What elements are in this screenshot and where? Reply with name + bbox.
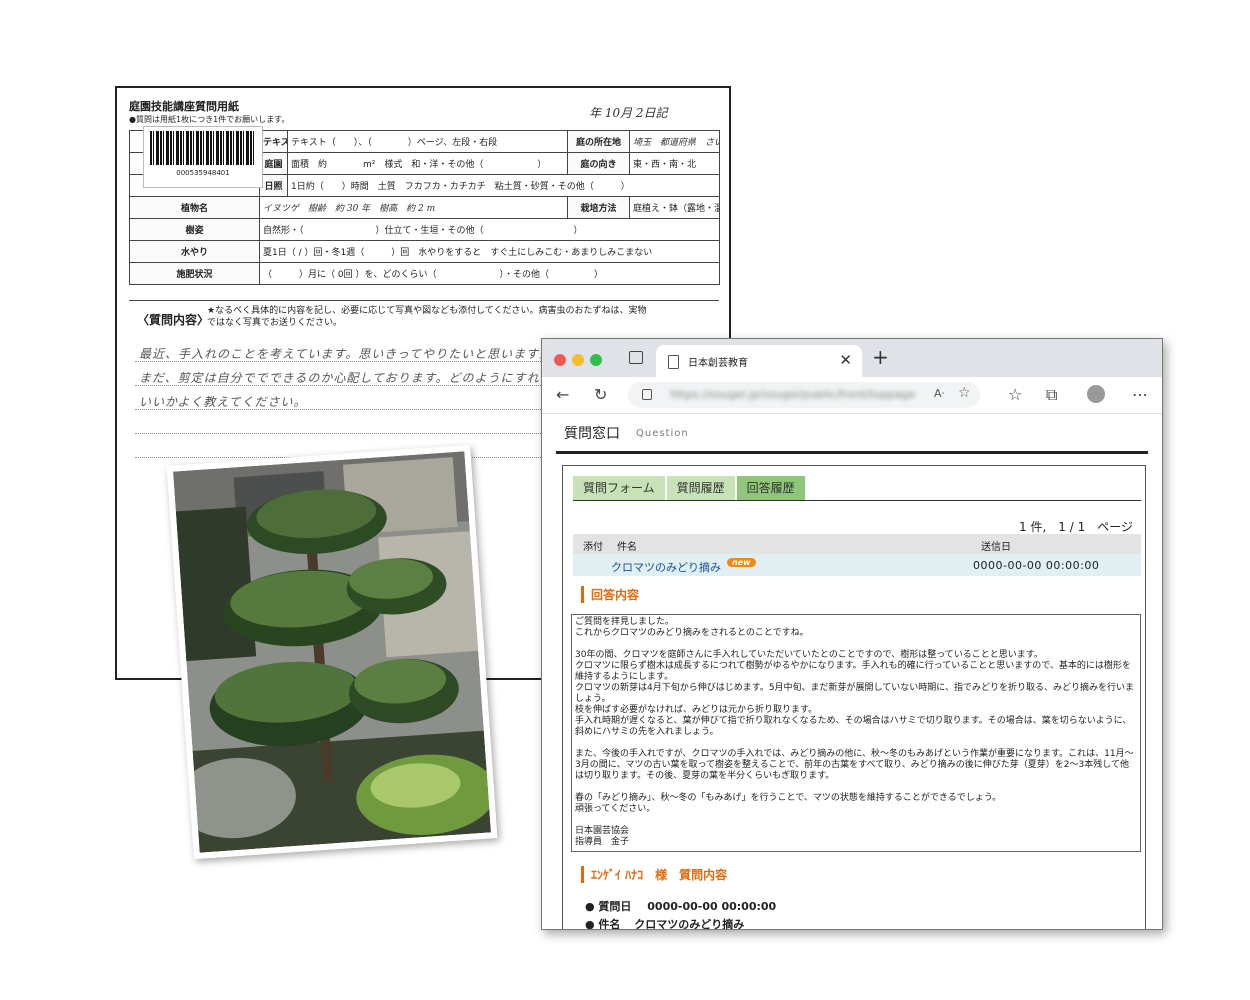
maximize-window-icon[interactable] [590,354,602,366]
handwriting-line: いいかよく教えてください。 [139,395,307,409]
barcode-number: 000535948401 [176,169,230,177]
question-subject-value: クロマツのみどり摘み [634,918,745,930]
tab-actions-icon[interactable] [629,351,643,364]
content-panel: 質問フォーム 質問履歴 回答履歴 1 件, 1 / 1 ページ 添付 件名 送信日 … [562,465,1146,930]
form-label: 水やり [129,240,260,263]
new-tab-icon[interactable]: + [872,345,889,369]
row-date: 0000-00-00 00:00:00 [973,559,1100,572]
close-window-icon[interactable] [554,354,566,366]
answer-paragraph: 春の「みどり摘み」、秋～冬の「もみあげ」を行うことで、マツの状態を維持することが… [575,793,1002,814]
column-subject: 件名 [617,542,637,553]
barcode-icon [150,131,254,165]
form-label: 樹姿 [129,218,260,241]
form-field: 庭植え・鉢（露地・温室） [629,196,720,219]
form-field: 1日約（ ）時間 土質 フカフカ・カチカチ 粘土質・砂質・その他（ ） [287,174,720,197]
tab-bar: 日本創芸教育 ✕ + [542,339,1162,377]
profile-avatar-icon[interactable] [1087,385,1105,403]
collections-icon[interactable]: ⧉ [1046,385,1057,405]
address-bar[interactable]: https://sougei.jp/sougei/public/front/to… [628,382,980,408]
column-sent-date: 送信日 [981,542,1011,553]
handwriting-line: まだ、剪定は自分ででできるのか心配しております。どのようにすれば [139,371,553,385]
pager: 1 件, 1 / 1 ページ [1019,520,1133,534]
answer-paragraph: また、今後の手入れですが、クロマツの手入れでは、みどり摘みの他に、秋～冬のもみあ… [575,749,1134,781]
form-label: 日照 [259,174,288,197]
tab-divider [573,500,1141,501]
title-rule [556,451,1148,454]
form-field: イヌツゲ 樹齢 約 30 年 樹高 約 2 m [259,196,568,219]
form-field: 埼玉 都道府県 さいたま 区市郡 [629,130,720,153]
tab-question-form[interactable]: 質問フォーム [573,476,665,500]
answer-heading: 回答内容 [581,586,639,603]
form-label: 植物名 [129,196,260,219]
form-label: 庭園 [259,152,288,175]
table-header: 添付 件名 送信日 [573,534,1141,554]
refresh-icon[interactable]: ↻ [594,385,607,404]
page-subtitle: Question [636,428,689,439]
page-icon [668,355,679,369]
minimize-window-icon[interactable] [572,354,584,366]
form-field: 自然形・（ ）仕立て・生垣・その他（ ） [259,218,720,241]
answer-paragraph: ご質問を拝見しました。 これからクロマツのみどり摘みをされるとのことですね。 [575,617,809,638]
form-field: 夏1日（ / ）回・冬1週（ ）回 水やりをすると すぐ土にしみこむ・あまりしみ… [259,240,720,263]
form-field: 東・西・南・北 [629,152,720,175]
question-subject-row: ● 件名 クロマツのみどり摘み [585,916,745,930]
page-title: 質問窓口 [564,426,620,442]
answer-signature: 日本園芸協会 指導員 金子 [575,826,630,847]
question-date-row: ● 質問日 0000-00-00 00:00:00 [585,898,776,914]
question-label: 〈質問内容〉 [137,313,210,327]
tree-photo-image [173,451,491,853]
address-url: https://sougei.jp/sougei/public/front/to… [670,388,916,401]
form-label: テキスト [259,130,288,153]
handwriting-line: 最近、手入れのことを考えています。思いきってやりたいと思いますが [139,347,553,361]
form-date: 年 10月 2日記 [589,106,668,120]
column-attachment: 添付 [583,542,603,553]
garden-tree-photo [166,444,498,860]
form-field: テキスト（ ）、（ ）ページ、左段・右段 [287,130,568,153]
form-field: 面積 約 m² 様式 和・洋・その他（ ） [287,152,568,175]
browser-tab[interactable]: 日本創芸教育 ✕ [656,345,862,377]
row-subject-link[interactable]: クロマツのみどり摘み [611,559,721,575]
form-note: ●質問は用紙1枚につき1件でお願いします。 [129,115,290,124]
browser-window: 日本創芸教育 ✕ + ← ↻ https://sougei.jp/sougei/… [541,338,1163,930]
answer-paragraph: 30年の間、クロマツを庭師さんに手入れしていただいていたとのことですので、樹形は… [575,650,1135,737]
tab-question-history[interactable]: 質問履歴 [666,476,735,500]
section-tabs: 質問フォーム 質問履歴 回答履歴 [573,476,807,500]
tab-answer-history[interactable]: 回答履歴 [736,476,805,500]
form-label: 庭の向き [567,152,630,175]
browser-toolbar: ← ↻ https://sougei.jp/sougei/public/fron… [542,377,1162,414]
form-field: （ ）月に（ 0回 ）を、どのくらい（ ）・その他（ ） [259,262,720,285]
close-tab-icon[interactable]: ✕ [839,351,852,369]
table-row[interactable]: クロマツのみどり摘み new 0000-00-00 00:00:00 [573,554,1141,576]
form-title: 庭園技能講座質問用紙 [129,100,239,113]
favorite-star-icon[interactable]: ☆ [958,385,971,401]
question-heading: ｴﾝｹﾞｲ ﾊﾅｺ 様 質問内容 [581,866,727,883]
barcode-sticker: 000535948401 [143,126,263,188]
question-date-value: 0000-00-00 00:00:00 [647,900,777,913]
answer-text-box[interactable]: ご質問を拝見しました。 これからクロマツのみどり摘みをされるとのことですね。 3… [571,614,1141,852]
window-controls [554,351,608,370]
read-aloud-icon[interactable]: Aᐧ [934,387,944,400]
new-badge: new [727,558,756,567]
form-label: 庭の所在地 [567,130,630,153]
question-instructions: ★なるべく具体的に内容を記し、必要に応じて写真や図なども添付してください。病害虫… [207,306,647,328]
question-date-label: ● 質問日 [585,900,632,913]
more-menu-icon[interactable]: ⋯ [1132,385,1148,404]
form-label: 施肥状況 [129,262,260,285]
tab-title: 日本創芸教育 [688,358,748,369]
form-label: 栽培方法 [567,196,630,219]
lock-icon [642,389,652,400]
favorites-icon[interactable]: ☆ [1008,385,1022,404]
question-subject-label: ● 件名 [585,918,621,930]
back-icon[interactable]: ← [556,385,569,404]
page-content: 質問窓口 Question 質問フォーム 質問履歴 回答履歴 1 件, 1 / 1 … [542,413,1162,929]
